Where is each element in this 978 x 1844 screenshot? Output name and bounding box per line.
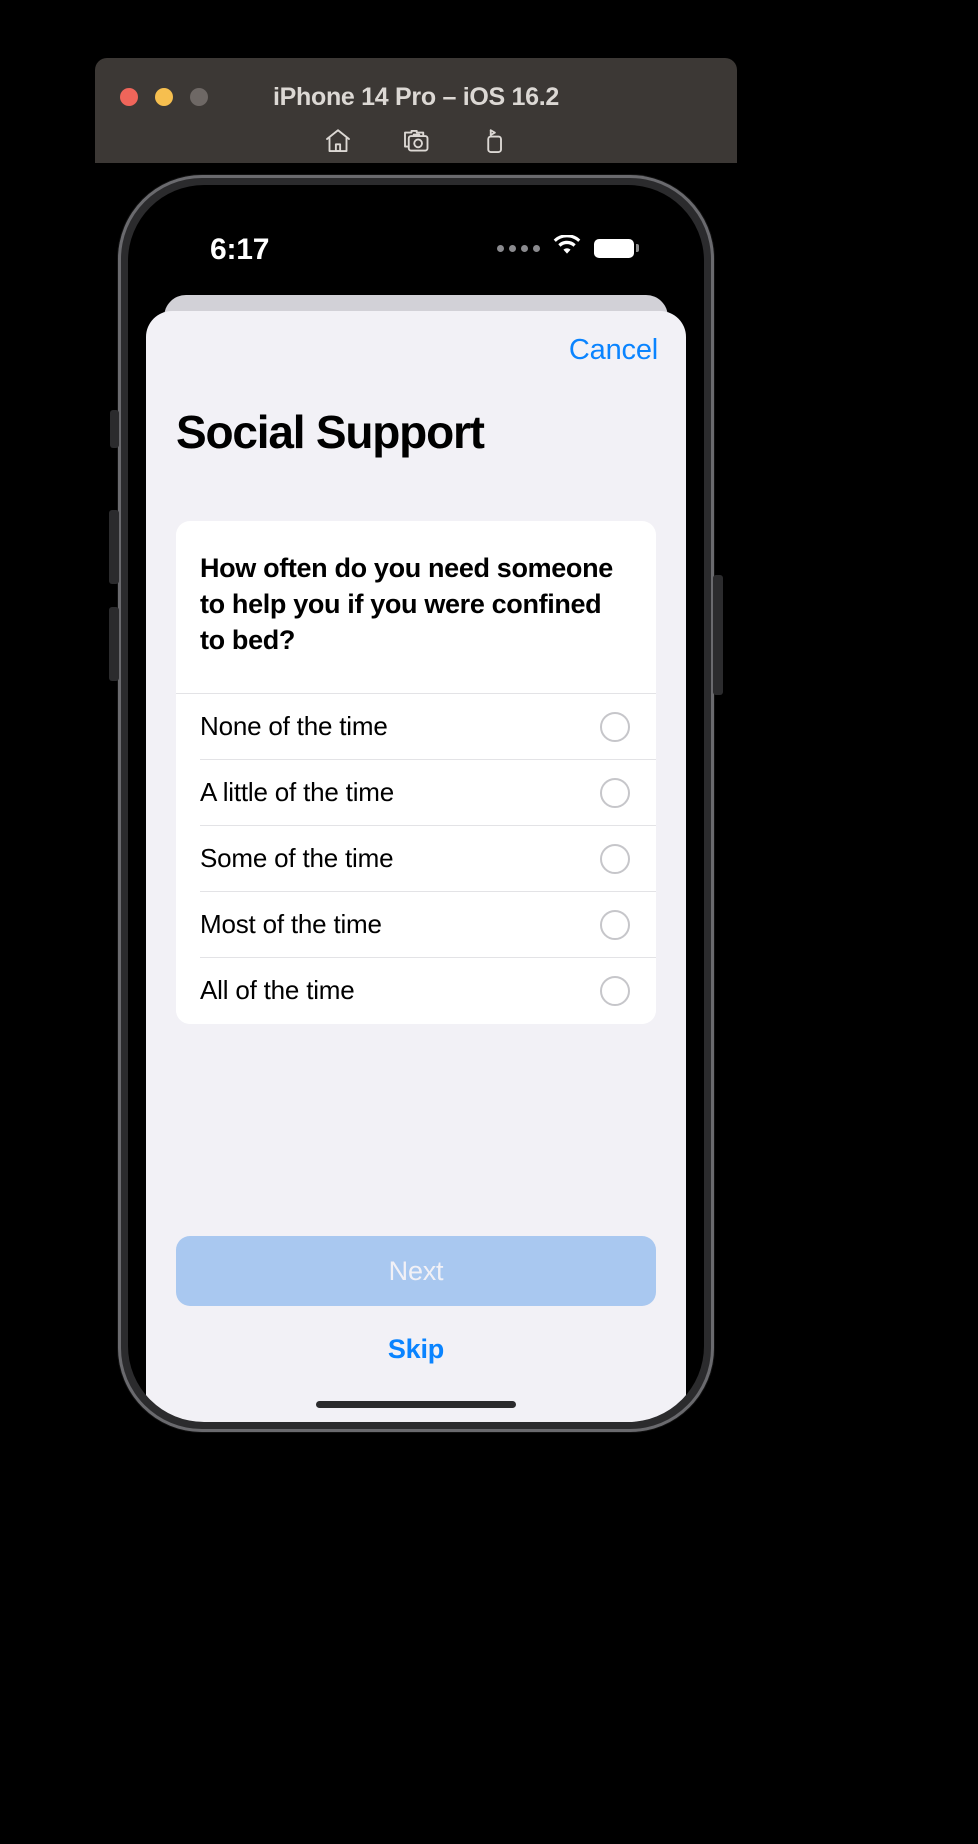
page-title: Social Support <box>176 406 485 458</box>
status-bar: 6:17 <box>128 185 704 279</box>
next-button[interactable]: Next <box>176 1236 656 1306</box>
question-text: How often do you need someone to help yo… <box>200 553 613 655</box>
option-label: Most of the time <box>200 909 382 940</box>
battery-icon <box>594 238 639 258</box>
answer-options-list: None of the time A little of the time So… <box>176 693 656 1024</box>
option-label: A little of the time <box>200 777 394 808</box>
sheet-spacer <box>146 1024 686 1236</box>
option-label: None of the time <box>200 711 388 742</box>
iphone-device-frame: 6:17 Cancel Social Support How often do … <box>109 175 723 1432</box>
option-label: Some of the time <box>200 843 394 874</box>
sheet-top-bar: Cancel <box>146 311 686 389</box>
rotate-icon[interactable] <box>479 126 509 156</box>
skip-button[interactable]: Skip <box>388 1334 444 1365</box>
window-title: iPhone 14 Pro – iOS 16.2 <box>273 83 559 111</box>
cancel-button[interactable]: Cancel <box>569 334 658 367</box>
option-row-4[interactable]: All of the time <box>176 957 656 1024</box>
option-row-3[interactable]: Most of the time <box>176 891 656 958</box>
screenshot-root: iPhone 14 Pro – iOS 16.2 6:17 Cancel Soc… <box>0 0 978 1844</box>
radio-button-icon[interactable] <box>600 975 630 1006</box>
survey-modal-sheet: Cancel Social Support How often do you n… <box>146 311 686 1422</box>
option-row-2[interactable]: Some of the time <box>176 825 656 892</box>
home-indicator[interactable] <box>316 1401 516 1408</box>
radio-button-icon[interactable] <box>600 843 630 874</box>
simulator-window-titlebar: iPhone 14 Pro – iOS 16.2 <box>95 58 737 163</box>
wifi-icon <box>553 234 581 261</box>
home-icon[interactable] <box>323 126 353 156</box>
status-bar-time: 6:17 <box>210 233 270 266</box>
radio-button-icon[interactable] <box>600 909 630 940</box>
status-bar-indicators <box>497 234 639 261</box>
radio-button-icon[interactable] <box>600 777 630 808</box>
option-row-0[interactable]: None of the time <box>176 693 656 760</box>
volume-up-button[interactable] <box>109 510 119 584</box>
screenshot-icon[interactable] <box>401 126 431 156</box>
radio-button-icon[interactable] <box>600 711 630 742</box>
cellular-signal-icon <box>497 244 540 252</box>
silent-switch[interactable] <box>110 410 119 448</box>
dynamic-island <box>324 211 508 263</box>
question-card: How often do you need someone to help yo… <box>176 521 656 1024</box>
device-screen: 6:17 Cancel Social Support How often do … <box>128 185 704 1422</box>
simulator-toolbar <box>95 126 737 156</box>
option-label: All of the time <box>200 975 355 1006</box>
option-row-1[interactable]: A little of the time <box>176 759 656 826</box>
volume-down-button[interactable] <box>109 607 119 681</box>
power-button[interactable] <box>713 575 723 695</box>
